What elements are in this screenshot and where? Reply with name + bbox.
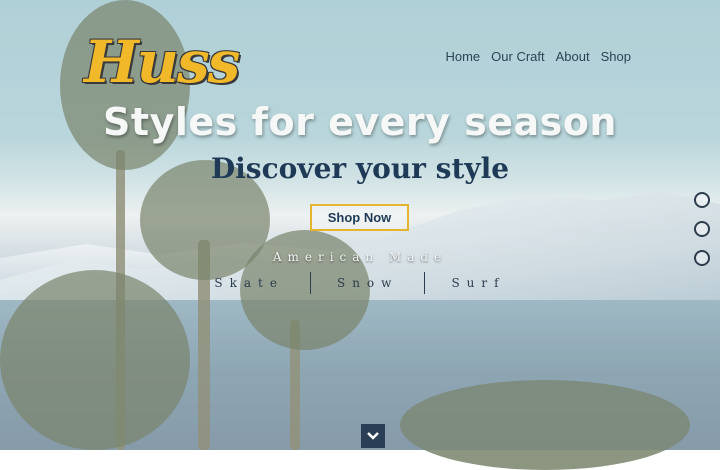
chevron-down-icon xyxy=(367,432,379,440)
slider-dot-2[interactable] xyxy=(694,221,710,237)
category-skate[interactable]: Skate xyxy=(188,276,310,290)
tagline: American Made xyxy=(272,250,448,264)
slider-dot-3[interactable] xyxy=(694,250,710,266)
category-list: Skate Snow Surf xyxy=(0,272,720,294)
main-nav: Home Our Craft About Shop xyxy=(445,49,631,64)
category-surf[interactable]: Surf xyxy=(425,276,531,290)
hero-subheadline: Discover your style xyxy=(210,152,510,185)
shop-now-button[interactable]: Shop Now xyxy=(310,204,409,231)
slider-dots xyxy=(694,192,710,266)
category-snow[interactable]: Snow xyxy=(311,276,424,290)
nav-our-craft[interactable]: Our Craft xyxy=(491,49,544,64)
brand-logo[interactable]: Huss xyxy=(84,28,240,96)
nav-home[interactable]: Home xyxy=(445,49,480,64)
hero-headline: Styles for every season xyxy=(103,100,617,144)
nav-shop[interactable]: Shop xyxy=(601,49,631,64)
nav-about[interactable]: About xyxy=(556,49,590,64)
scroll-down-button[interactable] xyxy=(361,424,385,448)
slider-dot-1[interactable] xyxy=(694,192,710,208)
